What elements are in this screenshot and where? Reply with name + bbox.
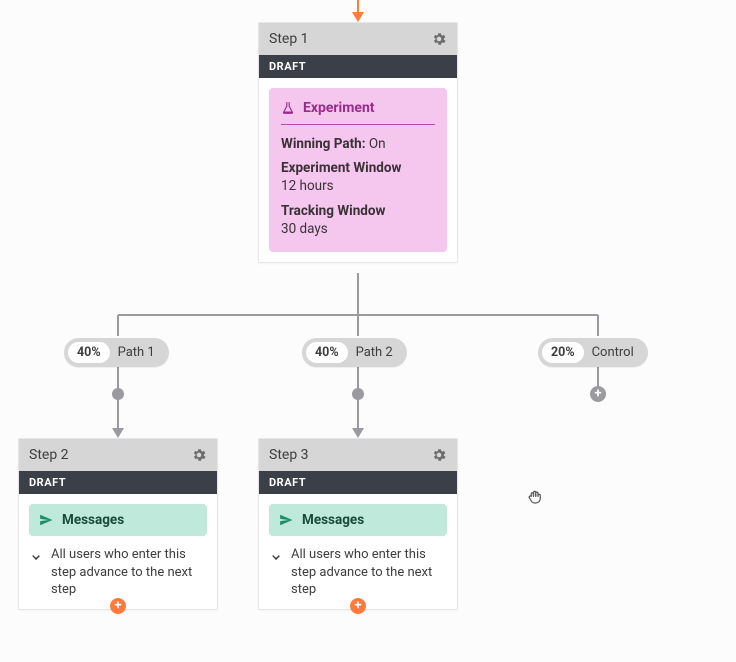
gear-icon[interactable] [431,447,447,463]
grab-cursor-icon [526,488,544,506]
control-add-button[interactable]: + [590,386,606,402]
step2-add-button[interactable]: + [110,598,126,614]
control-pct: 20% [542,342,584,363]
experiment-label: Experiment [303,100,375,116]
down-arrow-icon [269,548,283,562]
step3-add-button[interactable]: + [350,598,366,614]
step2-advance-text: All users who enter this step advance to… [51,546,207,599]
send-icon [279,513,293,527]
path1-pill[interactable]: 40% Path 1 [64,338,169,367]
down-arrow-icon [29,548,43,562]
path2-node-dot[interactable] [352,388,364,400]
step3-advance-row: All users who enter this step advance to… [269,546,447,599]
experiment-window-row: Experiment Window 12 hours [281,159,435,195]
step1-header: Step 1 [259,23,457,55]
path1-pct: 40% [68,342,110,363]
control-label: Control [592,345,634,360]
control-pill[interactable]: 20% Control [538,338,648,367]
path1-node-dot[interactable] [112,388,124,400]
step2-header: Step 2 [19,439,217,471]
step1-status: DRAFT [259,55,457,78]
gear-icon[interactable] [431,31,447,47]
send-icon [39,513,53,527]
path1-label: Path 1 [118,345,155,360]
step3-title: Step 3 [269,447,309,463]
tracking-window-row: Tracking Window 30 days [281,202,435,238]
path2-label: Path 2 [356,345,393,360]
winning-path-row: Winning Path: On [281,135,435,153]
flask-icon [281,101,295,115]
step2-status: DRAFT [19,471,217,494]
step2-title: Step 2 [29,447,69,463]
step2-advance-row: All users who enter this step advance to… [29,546,207,599]
step2-messages-block[interactable]: Messages [29,504,207,536]
step2-card: Step 2 DRAFT Messages All users who ente… [18,438,218,610]
gear-icon[interactable] [191,447,207,463]
path2-pill[interactable]: 40% Path 2 [302,338,407,367]
step3-header: Step 3 [259,439,457,471]
step3-messages-block[interactable]: Messages [269,504,447,536]
step3-status: DRAFT [259,471,457,494]
path2-pct: 40% [306,342,348,363]
experiment-block[interactable]: Experiment Winning Path: On Experiment W… [269,88,447,252]
step2-messages-label: Messages [62,512,124,528]
step3-advance-text: All users who enter this step advance to… [291,546,447,599]
step3-messages-label: Messages [302,512,364,528]
step1-title: Step 1 [269,31,309,47]
step3-card: Step 3 DRAFT Messages All users who ente… [258,438,458,610]
step1-card: Step 1 DRAFT Experiment Winning Path: On… [258,22,458,263]
